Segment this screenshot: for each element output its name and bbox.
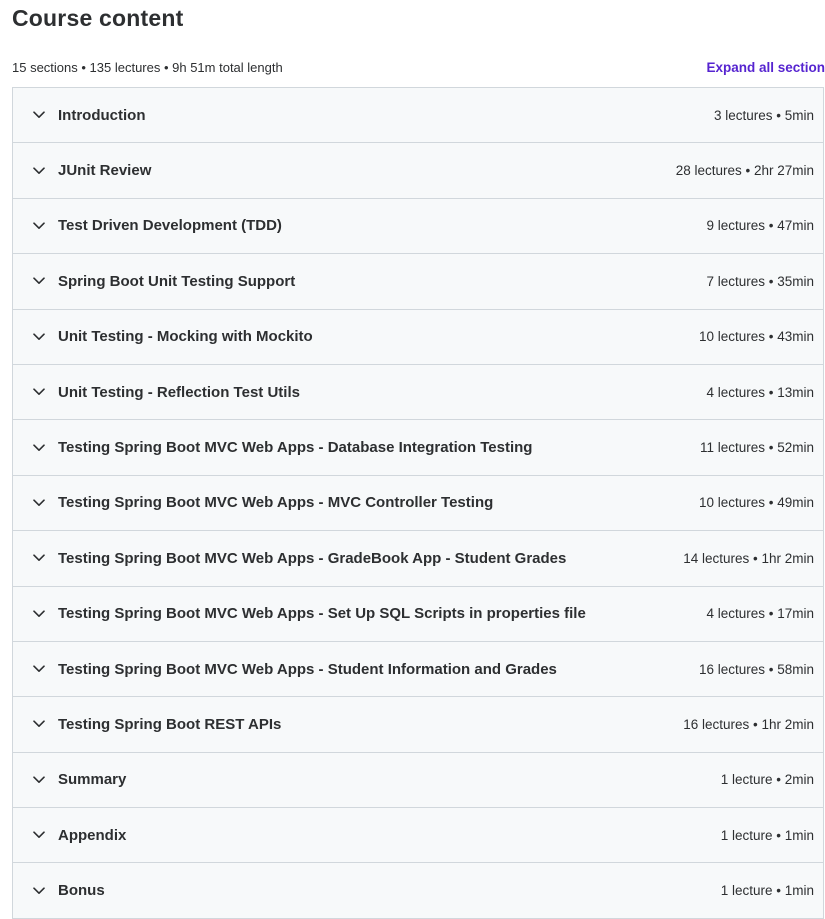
section-row[interactable]: Appendix 1 lecture • 1min (13, 808, 823, 864)
chevron-down-icon[interactable] (33, 829, 45, 841)
chevron-down-icon[interactable] (33, 608, 45, 620)
section-meta: 16 lectures • 58min (698, 661, 814, 677)
chevron-down-icon[interactable] (33, 109, 45, 121)
chevron-down-icon[interactable] (33, 386, 45, 398)
chevron-down-icon[interactable] (33, 718, 45, 730)
section-title: Spring Boot Unit Testing Support (58, 272, 296, 290)
section-title: Testing Spring Boot REST APIs (58, 715, 282, 733)
section-title: Appendix (58, 826, 127, 844)
chevron-down-icon[interactable] (33, 331, 45, 343)
section-meta: 10 lectures • 49min (698, 495, 814, 511)
section-row[interactable]: Unit Testing - Mocking with Mockito 10 le… (13, 309, 823, 365)
chevron-down-icon[interactable] (33, 165, 45, 177)
section-title: Summary (58, 771, 127, 789)
course-summary: 15 sections • 135 lectures • 9h 51m tota… (12, 59, 283, 75)
chevron-down-icon[interactable] (33, 497, 45, 509)
section-row[interactable]: Testing Spring Boot MVC Web Apps - Stude… (13, 641, 823, 698)
sections-list: Introduction 3 lectures • 5min JUnit Revie… (12, 87, 824, 919)
section-title: JUnit Review (58, 162, 152, 180)
section-title: Unit Testing - Mocking with Mockito (58, 328, 313, 346)
section-row[interactable]: Bonus 1 lecture • 1min (13, 863, 823, 919)
section-meta: 1 lecture • 1min (720, 827, 814, 843)
section-meta: 1 lecture • 1min (720, 883, 814, 899)
expand-all-button[interactable]: Expand all section (706, 60, 825, 75)
section-row[interactable]: Testing Spring Boot MVC Web Apps - Set U… (13, 586, 823, 642)
chevron-down-icon[interactable] (33, 774, 45, 786)
section-meta: 11 lectures • 52min (699, 440, 814, 456)
section-row[interactable]: Unit Testing - Reflection Test Utils 4 le… (13, 364, 823, 421)
section-meta: 10 lectures • 43min (698, 329, 814, 345)
section-row[interactable]: Introduction 3 lectures • 5min (13, 88, 823, 144)
page-title: Course content (12, 5, 184, 31)
section-meta: 14 lectures • 1hr 2min (683, 550, 814, 566)
section-meta: 28 lectures • 2hr 27min (675, 163, 814, 179)
chevron-down-icon[interactable] (33, 275, 45, 287)
chevron-down-icon[interactable] (33, 552, 45, 564)
section-title: Testing Spring Boot MVC Web Apps - Set U… (58, 605, 586, 623)
section-meta: 9 lectures • 47min (706, 218, 814, 234)
section-row[interactable]: Testing Spring Boot MVC Web Apps - Grade… (13, 531, 823, 587)
chevron-down-icon[interactable] (33, 885, 45, 897)
section-row[interactable]: Test Driven Development (TDD) 9 lectures … (13, 198, 823, 255)
chevron-down-icon[interactable] (33, 442, 45, 454)
chevron-down-icon[interactable] (33, 220, 45, 232)
section-title: Bonus (58, 882, 105, 900)
section-row[interactable]: Testing Spring Boot MVC Web Apps - Datab… (13, 420, 823, 476)
section-title: Testing Spring Boot MVC Web Apps - Datab… (58, 439, 533, 457)
section-title: Unit Testing - Reflection Test Utils (58, 383, 300, 401)
section-row[interactable]: Testing Spring Boot MVC Web Apps - MVC C… (13, 475, 823, 532)
section-title: Testing Spring Boot MVC Web Apps - MVC C… (58, 494, 494, 512)
section-row[interactable]: Spring Boot Unit Testing Support 7 lectur… (13, 254, 823, 310)
section-row[interactable]: Testing Spring Boot REST APIs 16 lectures… (13, 697, 823, 753)
section-meta: 4 lectures • 13min (706, 384, 814, 400)
section-title: Test Driven Development (TDD) (58, 217, 282, 235)
section-meta: 7 lectures • 35min (706, 273, 814, 289)
section-title: Introduction (58, 106, 146, 124)
section-title: Testing Spring Boot MVC Web Apps - Stude… (58, 660, 557, 678)
section-title: Testing Spring Boot MVC Web Apps - Grade… (58, 549, 567, 567)
course-summary-bar: 15 sections • 135 lectures • 9h 51m tota… (12, 57, 825, 77)
section-meta: 1 lecture • 2min (720, 772, 814, 788)
section-meta: 16 lectures • 1hr 2min (683, 716, 814, 732)
chevron-down-icon[interactable] (33, 663, 45, 675)
section-row[interactable]: Summary 1 lecture • 2min (13, 752, 823, 809)
section-row[interactable]: JUnit Review 28 lectures • 2hr 27min (13, 143, 823, 199)
section-meta: 3 lectures • 5min (713, 107, 814, 123)
section-meta: 4 lectures • 17min (706, 606, 814, 622)
